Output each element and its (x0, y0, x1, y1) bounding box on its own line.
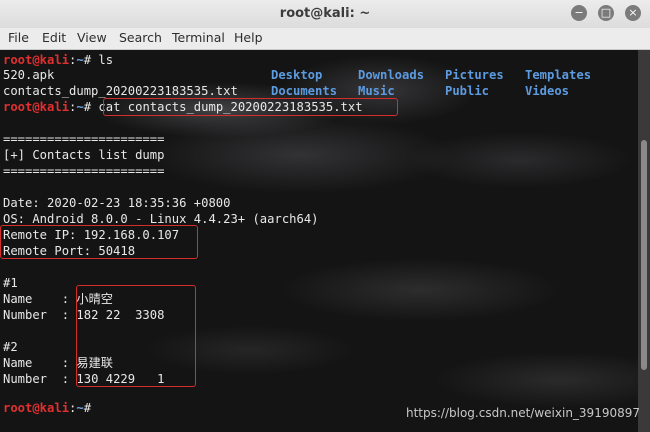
close-button[interactable]: × (625, 5, 641, 21)
separator: ====================== (3, 132, 165, 146)
dump-date: Date: 2020-02-23 18:35:36 +0800 (3, 196, 231, 210)
highlight-box-contacts (76, 285, 196, 387)
menu-terminal[interactable]: Terminal (172, 30, 225, 45)
menu-help[interactable]: Help (234, 30, 263, 45)
menu-search[interactable]: Search (119, 30, 162, 45)
terminal-area[interactable]: root@kali:~# ls 520.apk Desktop Downloads P… (0, 50, 638, 432)
contact-index: #2 (3, 340, 18, 354)
maximize-button[interactable]: □ (598, 5, 614, 21)
ls-output-row: 520.apk Desktop Downloads Pictures Templates (3, 68, 592, 82)
menu-file[interactable]: File (8, 30, 29, 45)
separator: ====================== (3, 164, 165, 178)
ls-command: ls (98, 53, 114, 67)
title-bar: root@kali: ~ − □ × (0, 0, 650, 29)
watermark: https://blog.csdn.net/weixin_39190897 (405, 406, 640, 420)
minimize-button[interactable]: − (571, 5, 587, 21)
scrollbar-thumb[interactable] (641, 140, 647, 370)
menu-bar: File Edit View Search Terminal Help (0, 28, 650, 50)
prompt-line: root@kali:~# (3, 401, 92, 415)
dump-header: [+] Contacts list dump (3, 148, 165, 162)
highlight-box-remote (0, 225, 198, 259)
window-title: root@kali: ~ (279, 6, 371, 21)
highlight-box-command (103, 98, 398, 116)
ls-output-row: contacts_dump_20200223183535.txt Document… (3, 84, 570, 98)
contact-index: #1 (3, 276, 18, 290)
menu-edit[interactable]: Edit (42, 30, 66, 45)
prompt-line: root@kali:~# ls (3, 53, 114, 67)
menu-view[interactable]: View (77, 30, 107, 45)
